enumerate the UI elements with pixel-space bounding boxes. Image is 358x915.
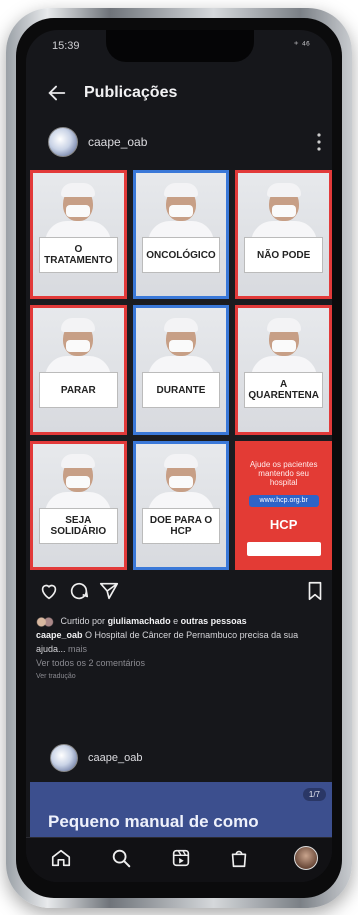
surgical-cap xyxy=(266,318,301,333)
camera-notch xyxy=(106,30,254,62)
status-indicators: ⁺ ⁴⁶ xyxy=(293,40,310,51)
search-icon[interactable] xyxy=(110,847,132,869)
status-time: 15:39 xyxy=(52,40,80,52)
banner-text: Pequeno manual de como xyxy=(48,812,259,831)
surgical-cap xyxy=(163,318,198,333)
caption-username[interactable]: caape_oab xyxy=(36,630,83,640)
surgical-cap xyxy=(61,318,96,333)
grid-tile: DURANTE xyxy=(132,305,230,435)
grid-tile: NÃO PODE xyxy=(235,170,332,300)
face-mask xyxy=(271,340,296,353)
surgical-cap xyxy=(163,183,198,197)
translation-link[interactable]: Ver tradução xyxy=(36,670,322,684)
face-mask xyxy=(66,475,91,488)
heart-icon[interactable] xyxy=(38,580,60,602)
post-header: caape_oab xyxy=(26,122,332,162)
sponsor-logos xyxy=(246,541,321,556)
grid-tile: DOE PARA O HCP xyxy=(132,440,230,570)
avatar[interactable] xyxy=(50,744,78,772)
face-mask xyxy=(168,475,193,488)
protest-sign: DURANTE xyxy=(141,372,221,409)
surgical-cap xyxy=(61,453,96,468)
grid-tile: O TRATAMENTO xyxy=(30,170,127,300)
protest-sign: DOE PARA O HCP xyxy=(141,507,221,544)
grid-tile: PARAR xyxy=(30,305,127,435)
top-bar: Publicações xyxy=(26,70,332,116)
view-comments-link[interactable]: Ver todos os 2 comentários xyxy=(36,656,322,670)
grid-tile: ONCOLÓGICO xyxy=(132,170,230,300)
face-mask xyxy=(271,205,296,217)
surgical-cap xyxy=(163,453,198,468)
liked-others[interactable]: outras pessoas xyxy=(181,616,247,626)
bottom-nav xyxy=(26,837,332,882)
liked-prefix: Curtido por xyxy=(60,616,106,626)
grid-tile: A QUARENTENA xyxy=(235,305,332,435)
post-caption-block: Curtido por giuliamachado e outras pesso… xyxy=(36,614,322,684)
send-icon[interactable] xyxy=(98,580,120,602)
surgical-cap xyxy=(61,183,96,197)
avatar[interactable] xyxy=(48,127,78,157)
post-actions xyxy=(26,578,332,606)
surgical-cap xyxy=(266,183,301,197)
comment-icon[interactable] xyxy=(68,580,90,602)
post-header: caape_oab xyxy=(26,740,332,776)
liked-and: e xyxy=(173,616,179,626)
home-icon[interactable] xyxy=(50,847,72,869)
likes-line[interactable]: Curtido por giuliamachado e outras pesso… xyxy=(36,614,322,628)
protest-sign: ONCOLÓGICO xyxy=(141,237,221,273)
arrow-left-icon[interactable] xyxy=(46,82,68,104)
phone-screen: 15:39 ⁺ ⁴⁶ Publicações caape_oab O TRATA… xyxy=(26,30,332,882)
post-username[interactable]: caape_oab xyxy=(88,752,142,764)
caption-more-link[interactable]: mais xyxy=(68,644,87,654)
post-image-banner[interactable]: 1/7 Pequeno manual de como xyxy=(30,782,332,838)
shop-icon[interactable] xyxy=(228,847,250,869)
grid-tile: SEJA SOLIDÁRIO xyxy=(30,440,127,570)
face-mask xyxy=(168,340,193,353)
bookmark-icon[interactable] xyxy=(304,580,326,602)
face-mask xyxy=(168,205,193,217)
promo-tile: Ajude os pacientes mantendo seu hospital… xyxy=(235,440,332,570)
protest-sign: NÃO PODE xyxy=(244,237,323,273)
promo-text: Ajude os pacientes mantendo seu hospital xyxy=(249,459,318,487)
protest-sign: O TRATAMENTO xyxy=(39,237,118,273)
reels-icon[interactable] xyxy=(170,847,192,869)
protest-sign: A QUARENTENA xyxy=(244,372,323,409)
post-image-grid[interactable]: O TRATAMENTO ONCOLÓGICO NÃO PODE PARAR D… xyxy=(30,170,332,570)
carousel-counter: 1/7 xyxy=(302,788,326,801)
protest-sign: PARAR xyxy=(39,372,118,409)
liker-avatars xyxy=(36,616,54,627)
profile-avatar[interactable] xyxy=(294,846,318,870)
page-title: Publicações xyxy=(84,84,178,101)
liked-user[interactable]: giuliamachado xyxy=(108,616,171,626)
hcp-logo: HCP xyxy=(269,516,298,532)
promo-link: www.hcp.org.br xyxy=(248,494,319,507)
caption-line: caape_oab O Hospital de Câncer de Pernam… xyxy=(36,628,322,656)
protest-sign: SEJA SOLIDÁRIO xyxy=(39,507,118,544)
face-mask xyxy=(66,340,91,353)
more-vertical-icon[interactable] xyxy=(316,132,322,152)
post-username[interactable]: caape_oab xyxy=(88,135,147,149)
face-mask xyxy=(66,205,91,217)
